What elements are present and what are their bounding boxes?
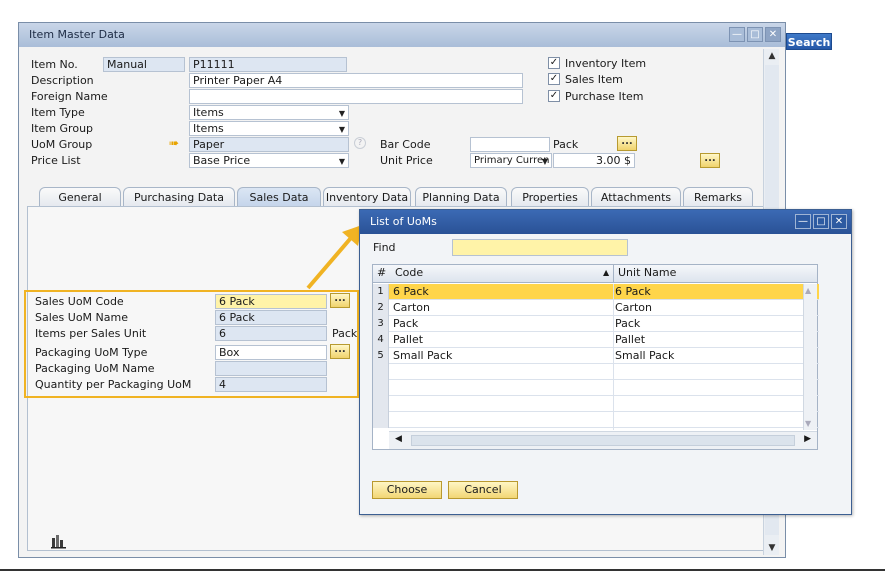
chart-icon[interactable] xyxy=(51,533,67,552)
dialog-titlebar: List of UoMs — □ ✕ xyxy=(360,210,851,234)
row-unit-name: Small Pack xyxy=(615,349,675,362)
tab-properties[interactable]: Properties xyxy=(511,187,589,207)
foreign-name-field[interactable] xyxy=(189,89,523,104)
price-list-select[interactable]: Base Price xyxy=(189,153,349,168)
bar-code-unit: Pack xyxy=(553,138,579,151)
maximize-icon[interactable]: □ xyxy=(747,27,763,42)
cancel-button[interactable]: Cancel xyxy=(448,481,518,499)
row-unit-name: Carton xyxy=(615,301,652,314)
dialog-title: List of UoMs xyxy=(370,215,437,228)
item-type-select[interactable]: Items xyxy=(189,105,349,120)
choose-button[interactable]: Choose xyxy=(372,481,442,499)
sales-item-label: Sales Item xyxy=(565,73,623,86)
table-row-empty xyxy=(373,364,819,380)
purchase-item-checkbox[interactable]: ✓ xyxy=(548,90,560,102)
row-code: Pack xyxy=(393,317,419,330)
tab-general[interactable]: General xyxy=(39,187,121,207)
table-row-empty xyxy=(373,380,819,396)
row-code: Small Pack xyxy=(393,349,453,362)
tab-attachments[interactable]: Attachments xyxy=(591,187,681,207)
tab-remarks[interactable]: Remarks xyxy=(683,187,753,207)
table-scroll-up-icon[interactable]: ▲ xyxy=(805,286,811,295)
tab-inventory-data[interactable]: Inventory Data xyxy=(323,187,411,207)
info-icon[interactable]: ? xyxy=(354,137,366,149)
scroll-up-icon[interactable]: ▲ xyxy=(765,49,779,63)
purchase-item-label: Purchase Item xyxy=(565,90,644,103)
table-hscroll-thumb[interactable] xyxy=(411,435,795,446)
unit-price-browse-button[interactable]: ... xyxy=(700,153,720,168)
list-of-uoms-dialog: List of UoMs — □ ✕ Find # Code ▲ Unit Na… xyxy=(359,209,852,515)
window-titlebar: Item Master Data — □ ✕ xyxy=(19,23,785,47)
row-code: Carton xyxy=(393,301,430,314)
uom-group-label: UoM Group xyxy=(31,138,93,151)
table-row[interactable]: 3 Pack Pack xyxy=(373,316,819,332)
window-title: Item Master Data xyxy=(29,28,125,41)
price-list-label: Price List xyxy=(31,154,81,167)
find-label: Find xyxy=(373,241,396,254)
table-row[interactable]: 1 6 Pack 6 Pack xyxy=(373,284,819,300)
dialog-close-icon[interactable]: ✕ xyxy=(831,214,847,229)
column-header-code[interactable]: Code xyxy=(395,265,423,281)
column-header-num[interactable]: # xyxy=(377,265,386,281)
unit-price-currency-select[interactable]: Primary Curren xyxy=(470,153,552,168)
item-no-series[interactable]: Manual xyxy=(103,57,185,72)
table-row[interactable]: 2 Carton Carton xyxy=(373,300,819,316)
search-button[interactable]: Search xyxy=(786,33,832,50)
close-icon[interactable]: ✕ xyxy=(765,27,781,42)
bottom-divider xyxy=(0,569,885,571)
tab-planning-data[interactable]: Planning Data xyxy=(415,187,507,207)
minimize-icon[interactable]: — xyxy=(729,27,745,42)
table-scroll-right-icon[interactable]: ▶ xyxy=(804,434,811,444)
row-unit-name: Pack xyxy=(615,317,641,330)
sort-asc-icon[interactable]: ▲ xyxy=(603,265,609,281)
foreign-name-label: Foreign Name xyxy=(31,90,108,103)
row-unit-name: 6 Pack xyxy=(615,285,651,298)
tab-sales-data[interactable]: Sales Data xyxy=(237,187,321,207)
description-field[interactable]: Printer Paper A4 xyxy=(189,73,523,88)
bar-code-label: Bar Code xyxy=(380,138,431,151)
unit-price-label: Unit Price xyxy=(380,154,433,167)
item-type-label: Item Type xyxy=(31,106,85,119)
table-row-empty xyxy=(373,412,819,428)
find-input[interactable] xyxy=(452,239,628,256)
table-row-empty xyxy=(373,396,819,412)
inventory-item-checkbox[interactable]: ✓ xyxy=(548,57,560,69)
row-code: 6 Pack xyxy=(393,285,429,298)
table-row[interactable]: 4 Pallet Pallet xyxy=(373,332,819,348)
table-vertical-scrollbar[interactable]: ▲ ▼ xyxy=(803,284,817,430)
item-group-select[interactable]: Items xyxy=(189,121,349,136)
sales-item-checkbox[interactable]: ✓ xyxy=(548,73,560,85)
table-scroll-down-icon[interactable]: ▼ xyxy=(805,419,811,428)
description-label: Description xyxy=(31,74,94,87)
uom-group-field[interactable]: Paper xyxy=(189,137,349,152)
dialog-minimize-icon[interactable]: — xyxy=(795,214,811,229)
row-code: Pallet xyxy=(393,333,424,346)
item-group-label: Item Group xyxy=(31,122,94,135)
item-no-field[interactable]: P11111 xyxy=(189,57,347,72)
column-header-unit-name[interactable]: Unit Name xyxy=(618,265,676,281)
row-unit-name: Pallet xyxy=(615,333,646,346)
unit-price-field[interactable]: 3.00 $ xyxy=(553,153,635,168)
highlight-box xyxy=(24,290,359,398)
item-no-label: Item No. xyxy=(31,58,78,71)
link-arrow-icon[interactable]: ➠ xyxy=(169,136,179,150)
table-scroll-left-icon[interactable]: ◀ xyxy=(395,434,402,444)
table-header: # Code ▲ Unit Name xyxy=(373,265,817,283)
table-row[interactable]: 5 Small Pack Small Pack xyxy=(373,348,819,364)
scroll-down-icon[interactable]: ▼ xyxy=(765,541,779,555)
bar-code-browse-button[interactable]: ... xyxy=(617,136,637,151)
table-horizontal-scrollbar[interactable]: ◀ ▶ xyxy=(389,431,817,449)
dialog-maximize-icon[interactable]: □ xyxy=(813,214,829,229)
tab-purchasing-data[interactable]: Purchasing Data xyxy=(123,187,235,207)
bar-code-field[interactable] xyxy=(470,137,550,152)
inventory-item-label: Inventory Item xyxy=(565,57,647,70)
uom-table: # Code ▲ Unit Name 1 6 Pack 6 Pack 2 Car… xyxy=(372,264,819,450)
